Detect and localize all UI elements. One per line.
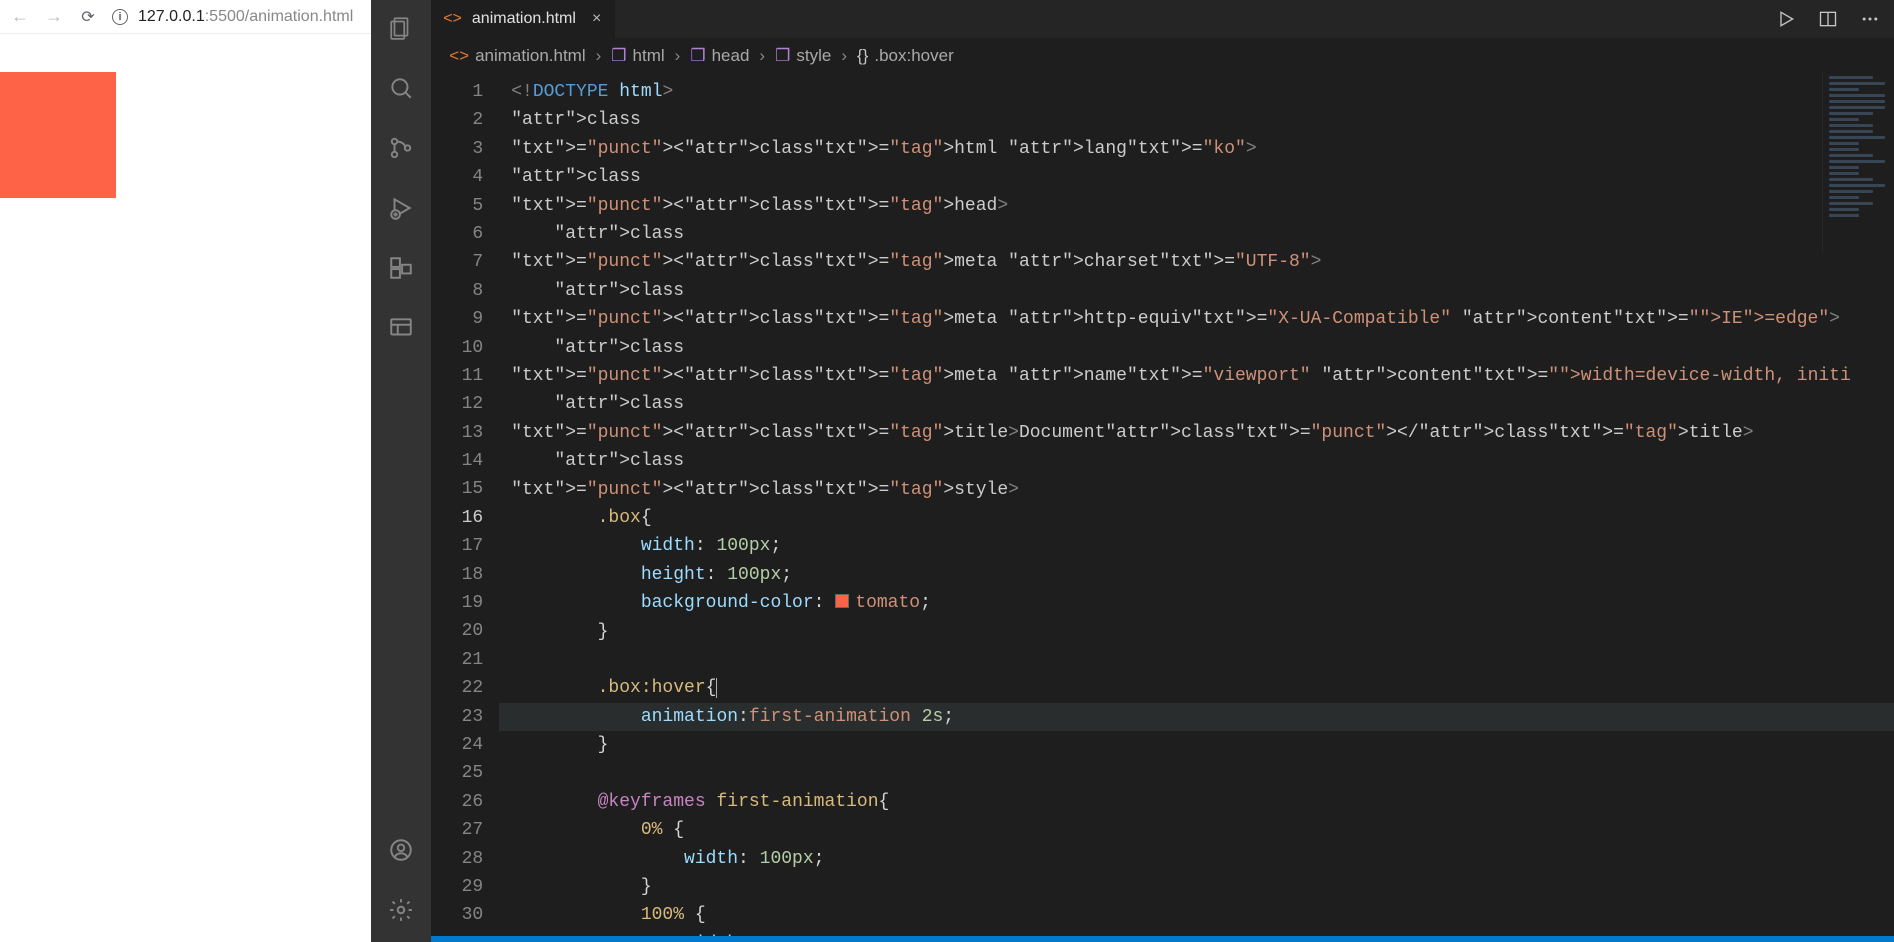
symbol-icon: ❒ <box>775 46 790 66</box>
activity-bar <box>371 0 431 942</box>
chevron-right-icon: › <box>669 46 687 66</box>
breadcrumb-selector[interactable]: .box:hover <box>874 46 953 66</box>
run-debug-icon[interactable] <box>387 194 415 222</box>
split-editor-icon[interactable] <box>1818 9 1838 29</box>
extensions-icon[interactable] <box>387 254 415 282</box>
live-preview-icon[interactable] <box>387 314 415 342</box>
line-numbers: 12345 678910 1112131415 1617181920 21222… <box>431 72 499 936</box>
accounts-icon[interactable] <box>387 836 415 864</box>
browser-viewport <box>0 34 371 942</box>
url-path: :5500/animation.html <box>205 8 354 25</box>
browser-toolbar: ← → ⟳ i 127.0.0.1:5500/animation.html <box>0 0 371 34</box>
nav-forward-icon[interactable]: → <box>44 7 64 27</box>
address-bar[interactable]: i 127.0.0.1:5500/animation.html <box>112 8 361 26</box>
tab-label: animation.html <box>472 10 576 28</box>
nav-reload-icon[interactable]: ⟳ <box>78 7 98 27</box>
breadcrumbs[interactable]: <> animation.html › ❒ html › ❒ head › ❒ styl… <box>431 38 1894 72</box>
url-host: 127.0.0.1 <box>138 8 205 25</box>
symbol-icon: ❒ <box>690 46 705 66</box>
chevron-right-icon: › <box>590 46 608 66</box>
run-file-icon[interactable] <box>1776 9 1796 29</box>
breadcrumb-file[interactable]: animation.html <box>475 46 586 66</box>
css-rule-icon: {} <box>857 46 868 66</box>
tab-close-icon[interactable]: × <box>592 10 601 28</box>
html-file-icon: <> <box>449 46 469 66</box>
html-file-icon: <> <box>443 10 462 28</box>
status-bar <box>431 936 1894 942</box>
minimap[interactable] <box>1822 72 1894 252</box>
more-actions-icon[interactable] <box>1860 9 1880 29</box>
url-text: 127.0.0.1:5500/animation.html <box>138 8 353 26</box>
source-control-icon[interactable] <box>387 134 415 162</box>
breadcrumb-html[interactable]: html <box>633 46 665 66</box>
code-editor[interactable]: 12345 678910 1112131415 1617181920 21222… <box>431 72 1894 936</box>
vscode-window: <> animation.html × <>animation.html › ❒… <box>371 0 1894 942</box>
chevron-right-icon: › <box>753 46 771 66</box>
breadcrumb-head[interactable]: head <box>712 46 750 66</box>
breadcrumb-style[interactable]: style <box>796 46 831 66</box>
code-content[interactable]: <!DOCTYPE html>"attr">class"txt">="punct… <box>499 72 1894 936</box>
site-info-icon[interactable]: i <box>112 9 128 25</box>
tab-animation-html[interactable]: <> animation.html × <box>431 0 616 38</box>
chevron-right-icon: › <box>835 46 853 66</box>
settings-gear-icon[interactable] <box>387 896 415 924</box>
tabs-row: <> animation.html × <box>431 0 1894 38</box>
explorer-icon[interactable] <box>387 14 415 42</box>
rendered-box <box>0 72 116 198</box>
symbol-icon: ❒ <box>611 46 626 66</box>
search-icon[interactable] <box>387 74 415 102</box>
nav-back-icon[interactable]: ← <box>10 7 30 27</box>
browser-pane: ← → ⟳ i 127.0.0.1:5500/animation.html <box>0 0 371 942</box>
editor-area: <> animation.html × <>animation.html › ❒… <box>431 0 1894 942</box>
